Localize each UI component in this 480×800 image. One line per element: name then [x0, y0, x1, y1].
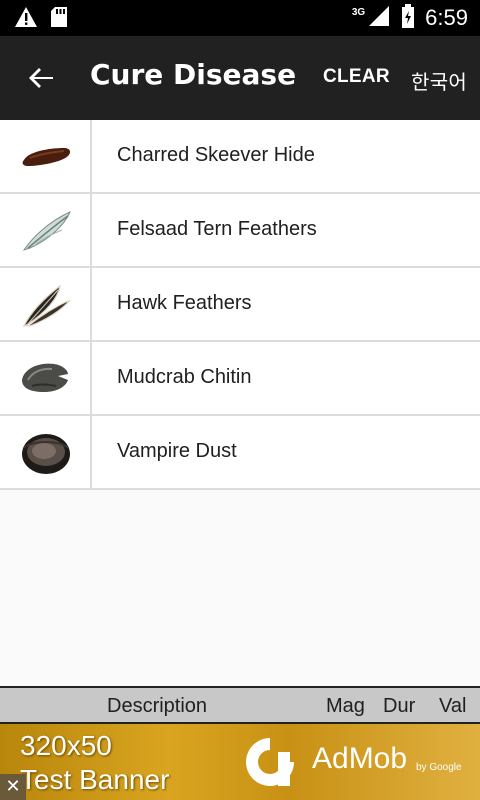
item-icon-cell [0, 120, 92, 192]
effect-header-bar: Description Mag Dur Val [0, 686, 480, 724]
clear-button[interactable]: CLEAR [323, 66, 390, 88]
signal-icon [367, 4, 391, 32]
item-label: Charred Skeever Hide [117, 144, 315, 166]
value-column-header: Val [439, 695, 467, 717]
item-icon-cell [0, 416, 92, 488]
list-item[interactable]: Vampire Dust [0, 416, 480, 490]
duration-column-header: Dur [383, 695, 416, 717]
network-type-label: 3G [351, 6, 366, 18]
warning-icon [14, 6, 38, 32]
item-label: Mudcrab Chitin [117, 366, 252, 388]
status-bar: 3G 6:59 [0, 0, 480, 36]
page-title: Cure Disease [90, 58, 297, 91]
back-arrow-icon[interactable] [26, 62, 58, 94]
list-item[interactable]: Felsaad Tern Feathers [0, 194, 480, 268]
app-toolbar: Cure Disease CLEAR 한국어 [0, 36, 480, 120]
ad-banner[interactable]: 320x50 Test Banner AdMob by Google ✕ [0, 724, 480, 800]
item-icon-cell [0, 194, 92, 266]
item-icon-cell [0, 268, 92, 340]
magnitude-column-header: Mag [326, 695, 365, 717]
by-google-text: by Google [416, 762, 462, 773]
tern-feathers-icon [22, 211, 71, 251]
list-item[interactable]: Charred Skeever Hide [0, 120, 480, 194]
item-icon-cell [0, 342, 92, 414]
admob-brand-text: AdMob [312, 742, 408, 775]
item-label: Vampire Dust [117, 440, 237, 462]
battery-icon [401, 4, 415, 32]
ad-test-text: Test Banner [20, 764, 170, 795]
vampire-dust-icon [22, 434, 70, 474]
skeever-hide-icon [22, 148, 71, 166]
ad-size-text: 320x50 [20, 730, 112, 761]
item-label: Felsaad Tern Feathers [117, 218, 317, 240]
list-item[interactable]: Mudcrab Chitin [0, 342, 480, 416]
clock: 6:59 [425, 5, 468, 30]
hawk-feathers-icon [22, 284, 71, 328]
admob-logo-icon [242, 734, 298, 790]
list-item[interactable]: Hawk Feathers [0, 268, 480, 342]
ingredient-list: Charred Skeever Hide Felsaad Tern Feathe… [0, 120, 480, 490]
sd-card-icon [50, 6, 68, 32]
close-ad-icon[interactable]: ✕ [0, 774, 26, 800]
description-column-header: Description [107, 695, 208, 717]
mudcrab-chitin-icon [22, 363, 68, 392]
item-label: Hawk Feathers [117, 292, 252, 314]
language-button[interactable]: 한국어 [411, 66, 467, 95]
